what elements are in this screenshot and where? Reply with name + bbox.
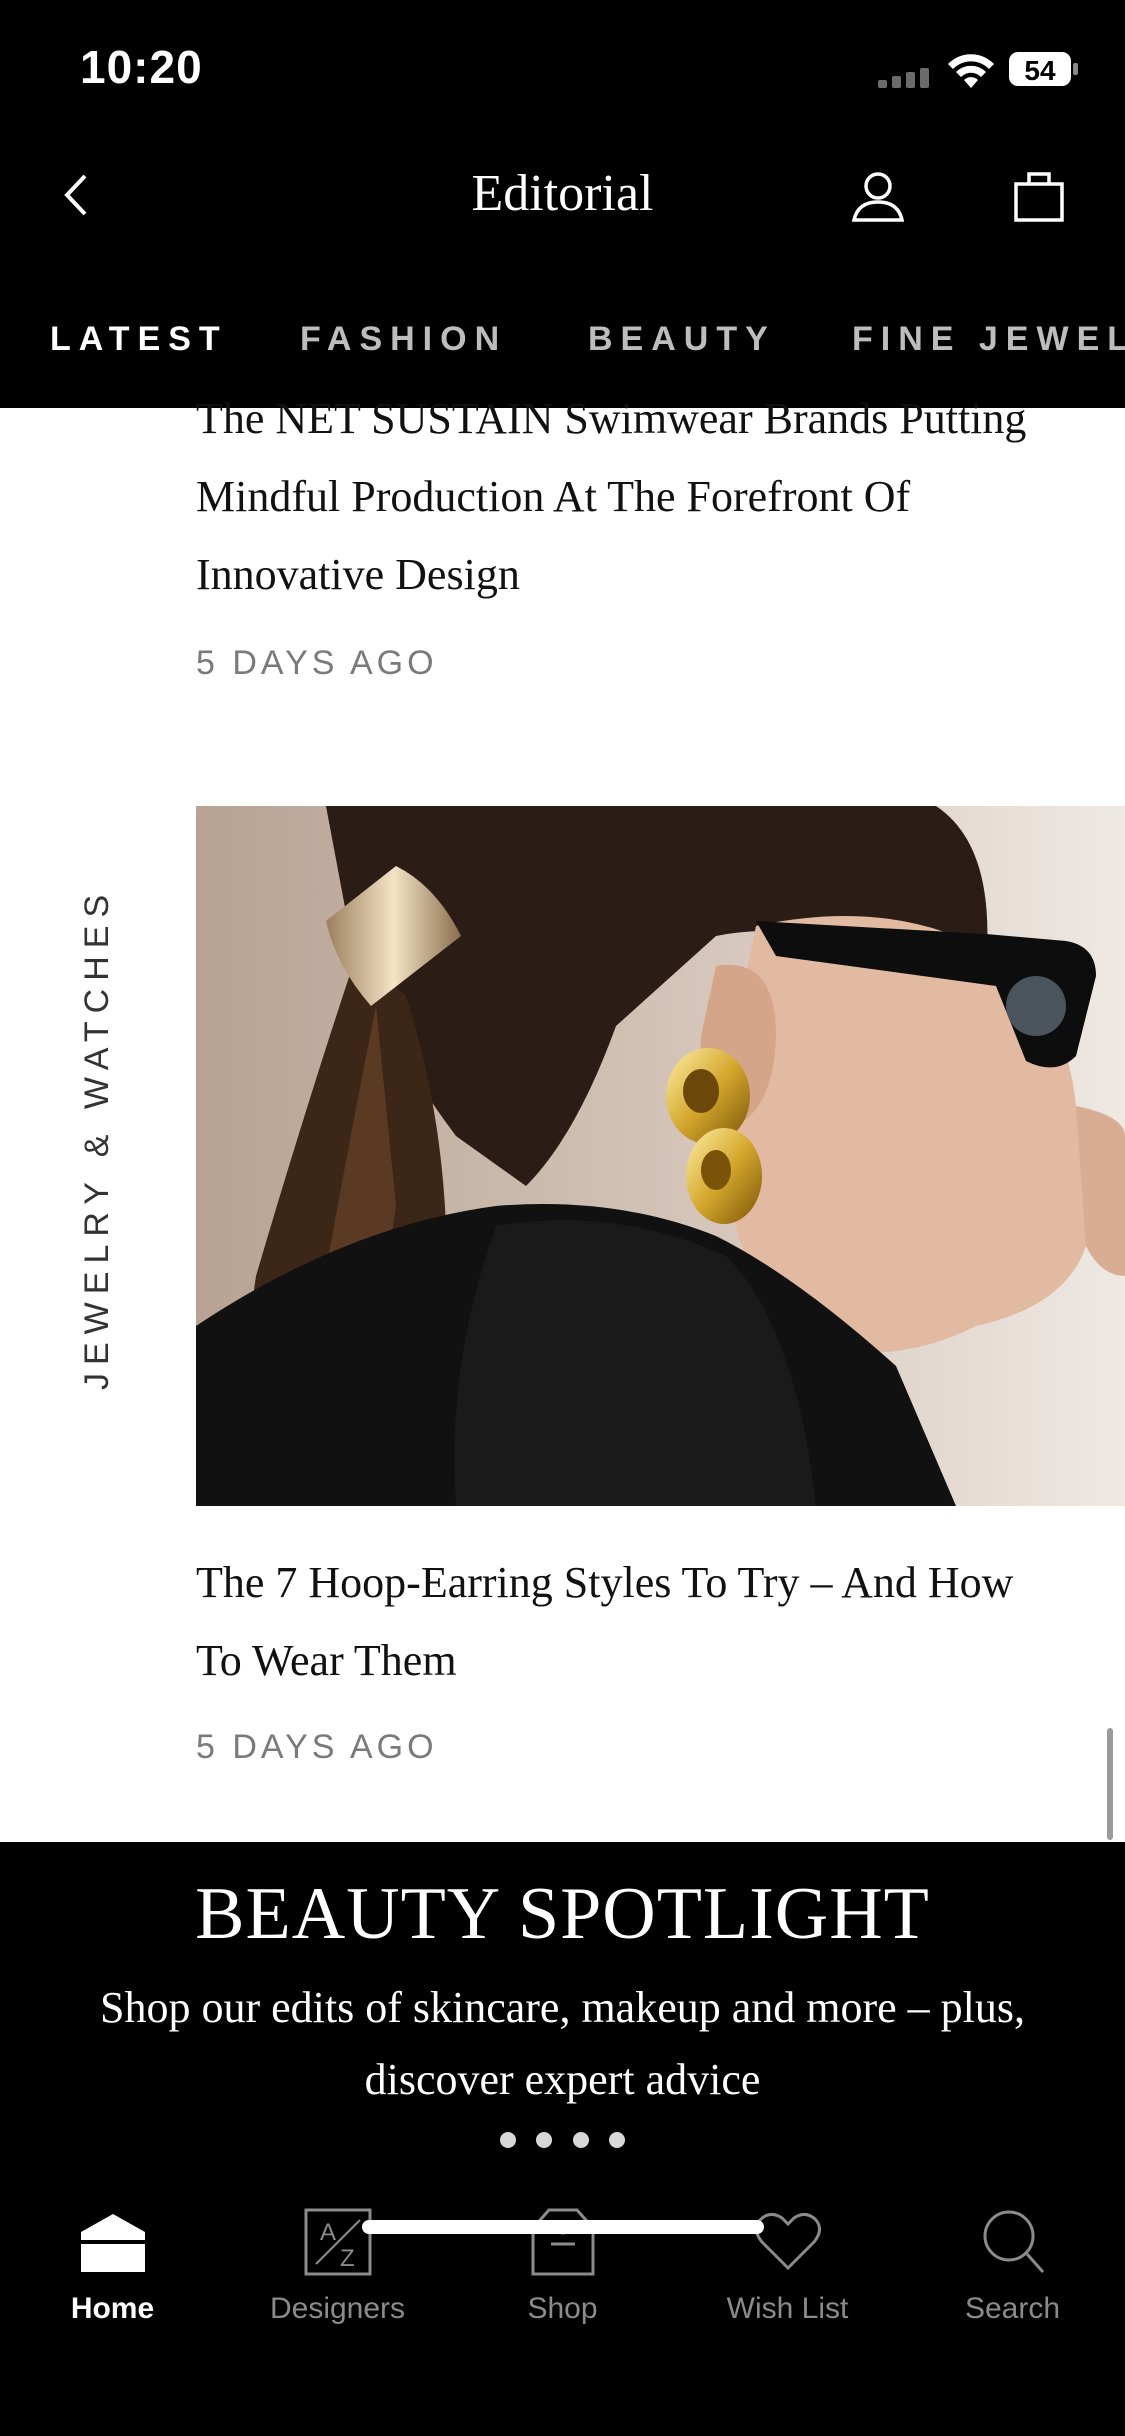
app-header: 10:20 54 Editorial LATEST FASHION BEAUTY…: [0, 0, 1125, 408]
scrollbar[interactable]: [1107, 1728, 1113, 1840]
nav-home[interactable]: Home: [0, 2206, 225, 2326]
carousel-dot[interactable]: [609, 2132, 626, 2148]
article-title[interactable]: The 7 Hoop-Earring Styles To Try – And H…: [196, 1544, 1056, 1700]
nav-search-label: Search: [964, 2292, 1061, 2325]
category-label: JEWELRY & WATCHES: [78, 886, 116, 1390]
carousel-dot[interactable]: [499, 2132, 516, 2148]
carousel-dots: [0, 2132, 1125, 2153]
status-time: 10:20: [80, 41, 203, 93]
tab-fine-jewelry[interactable]: FINE JEWEL: [852, 320, 1125, 359]
bottom-tab-bar: Home A Z Designers Shop Wish List Search: [0, 2166, 1125, 2436]
svg-text:A: A: [320, 2219, 336, 2246]
banner-title: BEAUTY SPOTLIGHT: [195, 1873, 930, 1955]
nav-home-label: Home: [70, 2292, 155, 2325]
promo-banner[interactable]: BEAUTY SPOTLIGHT Shop our edits of skinc…: [0, 1842, 1125, 2166]
nav-shop-label: Shop: [527, 2292, 598, 2325]
article-image[interactable]: [196, 806, 1125, 1506]
page-title: Editorial: [471, 165, 654, 222]
tab-fashion[interactable]: FASHION: [300, 320, 507, 359]
hoop-earring-photo: [196, 806, 1125, 1506]
battery-level: 54: [1024, 55, 1056, 86]
home-icon: [80, 2214, 145, 2272]
nav-designers-label: Designers: [269, 2292, 406, 2325]
search-icon: [983, 2210, 1044, 2273]
carousel-dot[interactable]: [536, 2132, 553, 2148]
shopping-bag-icon[interactable]: [1010, 166, 1068, 224]
designers-az-icon: A Z: [304, 2208, 371, 2276]
status-bar: 10:20 54: [0, 0, 1125, 135]
tab-beauty[interactable]: BEAUTY: [588, 320, 776, 359]
top-nav: Editorial: [0, 140, 1125, 250]
nav-wish-list-label: Wish List: [726, 2292, 849, 2325]
carousel-dot[interactable]: [572, 2132, 589, 2148]
home-indicator: [362, 2220, 764, 2234]
heart-icon: [754, 2213, 821, 2271]
nav-search[interactable]: Search: [900, 2206, 1125, 2326]
tab-latest[interactable]: LATEST: [50, 320, 228, 359]
article-time: 5 DAYS AGO: [196, 1728, 438, 1766]
cellular-signal-icon: [878, 68, 929, 88]
account-icon[interactable]: [850, 168, 906, 224]
svg-text:Z: Z: [340, 2245, 355, 2272]
article-time: 5 DAYS AGO: [196, 644, 438, 682]
category-tabs: LATEST FASHION BEAUTY FINE JEWEL: [0, 300, 1125, 380]
shop-bag-icon: [531, 2208, 594, 2276]
battery-icon: 54: [1009, 52, 1078, 86]
article-title[interactable]: The NET SUSTAIN Swimwear Brands Putting …: [196, 380, 1056, 614]
wifi-icon: [948, 54, 994, 88]
banner-subtitle: Shop our edits of skincare, makeup and m…: [99, 1983, 1026, 2104]
